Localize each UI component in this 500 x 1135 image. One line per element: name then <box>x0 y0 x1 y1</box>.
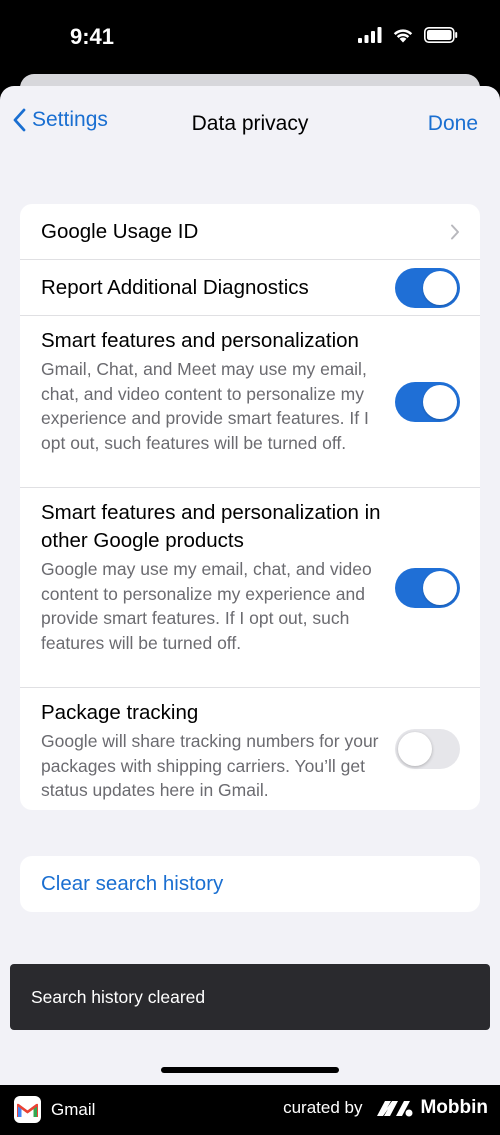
snackbar: Search history cleared <box>10 964 490 1030</box>
navigation-bar: Settings Data privacy Done <box>0 86 500 162</box>
smart-features-other-toggle[interactable] <box>395 568 460 608</box>
smart-features-description: Gmail, Chat, and Meet may use my email, … <box>41 359 369 453</box>
package-tracking-title: Package tracking <box>41 701 199 724</box>
page-title: Data privacy <box>191 112 309 135</box>
status-time: 9:41 <box>70 24 115 49</box>
data-privacy-sheet: Settings Data privacy Done Google Usage … <box>0 86 500 1086</box>
done-button[interactable]: Done <box>428 112 478 136</box>
toggle-knob <box>423 571 457 605</box>
toggle-knob <box>423 385 457 419</box>
clear-search-history-button[interactable]: Clear search history <box>41 872 223 896</box>
package-tracking-toggle[interactable] <box>395 729 460 769</box>
battery-icon <box>424 27 458 43</box>
smart-features-row: Smart features and personalization Gmail… <box>20 316 480 488</box>
gmail-logo-icon <box>14 1096 41 1123</box>
package-tracking-description: Google will share tracking numbers for y… <box>41 731 379 800</box>
curated-by-label: curated by <box>283 1098 363 1117</box>
settings-card: Google Usage ID Report Additional Diagno… <box>20 204 480 810</box>
wifi-icon <box>393 29 413 43</box>
status-bar: 9:41 <box>0 0 500 76</box>
google-usage-id-title: Google Usage ID <box>41 220 199 243</box>
diagnostics-title: Report Additional Diagnostics <box>41 276 309 299</box>
diagnostics-row: Report Additional Diagnostics <box>20 260 480 316</box>
footer-bar: Gmail curated by Mobbin <box>0 1085 500 1135</box>
chevron-right-icon <box>451 224 459 240</box>
footer-app-name: Gmail <box>51 1099 96 1119</box>
package-tracking-row: Package tracking Google will share track… <box>20 688 480 810</box>
clear-history-card: Clear search history <box>20 856 480 912</box>
google-usage-id-row[interactable]: Google Usage ID <box>20 204 480 260</box>
footer-app: Gmail <box>14 1096 95 1123</box>
smart-features-toggle[interactable] <box>395 382 460 422</box>
mobbin-label: Mobbin <box>420 1097 488 1118</box>
status-icons <box>358 27 458 43</box>
mobbin-brand: Mobbin <box>376 1097 488 1119</box>
smart-features-other-description: Google may use my email, chat, and video… <box>41 559 372 653</box>
home-indicator <box>161 1067 339 1073</box>
smart-features-title: Smart features and personalization <box>41 329 359 352</box>
toggle-knob <box>398 732 432 766</box>
mobbin-logo-icon <box>377 1101 413 1117</box>
smart-features-other-title: Smart features and personalization in ot… <box>41 501 381 552</box>
smart-features-other-row: Smart features and personalization in ot… <box>20 488 480 688</box>
toggle-knob <box>423 271 457 305</box>
signal-icon <box>358 27 382 43</box>
footer-credit: curated by Mobbin <box>283 1097 488 1119</box>
snackbar-message: Search history cleared <box>31 987 206 1007</box>
diagnostics-toggle[interactable] <box>395 268 460 308</box>
